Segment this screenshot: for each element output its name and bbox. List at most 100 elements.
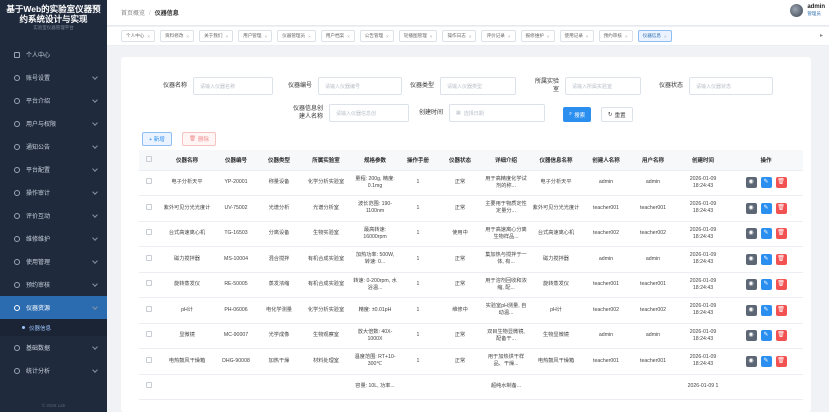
delete-button[interactable]: 🗑 删除 xyxy=(182,132,216,146)
row-actions: ◉ ✎ 🗑 xyxy=(729,246,803,273)
close-icon[interactable]: × xyxy=(308,34,311,39)
type-input[interactable]: 请输入仪器类型 xyxy=(440,77,517,95)
sidebar-item-4[interactable]: 通知公告 xyxy=(0,135,107,158)
row-checkbox[interactable] xyxy=(139,195,159,222)
view-icon[interactable]: ◉ xyxy=(745,228,757,240)
view-icon[interactable]: ◉ xyxy=(745,202,757,214)
select-all-checkbox[interactable] xyxy=(139,150,159,171)
close-icon[interactable]: × xyxy=(469,34,472,39)
sidebar-item-12[interactable]: 基础数据 xyxy=(0,336,107,359)
table-cell: teacher001 xyxy=(583,348,629,375)
tab-menu-icon[interactable]: ▸ xyxy=(820,32,823,39)
edit-icon[interactable]: ✎ xyxy=(760,228,772,240)
row-checkbox[interactable] xyxy=(139,374,159,400)
column-header: 所属实验室 xyxy=(301,150,351,171)
tab-6[interactable]: 公告管理 × xyxy=(359,30,394,42)
sidebar-subitem-instrument-info[interactable]: 仪器信息 xyxy=(0,319,107,336)
edit-icon[interactable]: ✎ xyxy=(760,279,772,291)
tab-2[interactable]: 关于我们 × xyxy=(199,30,234,42)
edit-icon[interactable]: ✎ xyxy=(760,330,772,342)
search-button[interactable]: ⌕ 搜索 xyxy=(563,107,592,122)
trash-icon[interactable]: 🗑 xyxy=(775,279,787,291)
tab-8[interactable]: 操作日志 × xyxy=(442,30,477,42)
trash-icon[interactable]: 🗑 xyxy=(775,355,787,367)
view-icon[interactable]: ◉ xyxy=(745,304,757,316)
table-cell: teacher002 xyxy=(629,221,677,247)
tab-11[interactable]: 使用记录 × xyxy=(559,30,594,42)
tab-12[interactable]: 预约审核 × xyxy=(598,30,633,42)
trash-icon[interactable]: 🗑 xyxy=(775,253,787,265)
view-icon[interactable]: ◉ xyxy=(745,177,757,189)
close-icon[interactable]: × xyxy=(625,34,628,39)
sidebar-item-0[interactable]: 个人中心 xyxy=(0,43,107,66)
close-icon[interactable]: × xyxy=(664,34,667,39)
edit-icon[interactable]: ✎ xyxy=(760,355,772,367)
table-cell: 显微镜 xyxy=(159,323,215,349)
table-cell: 电子分析天平 xyxy=(159,170,215,196)
close-icon[interactable]: × xyxy=(586,34,589,39)
code-input[interactable]: 请输入仪器编号 xyxy=(318,77,403,95)
row-checkbox[interactable] xyxy=(139,272,159,298)
trash-icon[interactable]: 🗑 xyxy=(775,304,787,316)
trash-icon[interactable]: 🗑 xyxy=(775,202,787,214)
close-icon[interactable]: × xyxy=(347,34,350,39)
close-icon[interactable]: × xyxy=(186,34,189,39)
row-checkbox[interactable] xyxy=(139,323,159,349)
breadcrumb-home[interactable]: 首页概览 xyxy=(121,11,145,17)
sidebar-item-5[interactable]: 平台配置 xyxy=(0,158,107,181)
tab-9[interactable]: 评价记录 × xyxy=(481,30,516,42)
trash-icon[interactable]: 🗑 xyxy=(775,228,787,240)
sidebar-item-1[interactable]: 账号设置 xyxy=(0,66,107,89)
close-icon[interactable]: × xyxy=(264,34,267,39)
tab-10[interactable]: 报修维护 × xyxy=(520,30,555,42)
user-menu[interactable]: admin 管理员 xyxy=(790,4,825,17)
tab-7[interactable]: 轮播图管理 × xyxy=(398,30,438,42)
row-checkbox[interactable] xyxy=(139,170,159,196)
tab-5[interactable]: 用户档案 × xyxy=(320,30,355,42)
edit-icon[interactable]: ✎ xyxy=(760,202,772,214)
sidebar-item-6[interactable]: 操作审计 xyxy=(0,181,107,204)
creator-input[interactable]: 请输入仪器信息创 xyxy=(329,104,409,122)
sidebar-item-11[interactable]: 仪器资源 xyxy=(0,296,107,319)
tab-0[interactable]: 个人中心 × xyxy=(121,30,156,42)
close-icon[interactable]: × xyxy=(430,34,433,39)
edit-icon[interactable]: ✎ xyxy=(760,304,772,316)
trash-icon[interactable]: 🗑 xyxy=(775,330,787,342)
close-icon[interactable]: × xyxy=(547,34,550,39)
sidebar-item-9[interactable]: 使用管理 xyxy=(0,250,107,273)
tab-13[interactable]: 仪器信息 × xyxy=(637,30,672,42)
view-icon[interactable]: ◉ xyxy=(745,330,757,342)
edit-icon[interactable]: ✎ xyxy=(760,177,772,189)
view-icon[interactable]: ◉ xyxy=(745,279,757,291)
table-cell: 精度: ±0.01pH xyxy=(351,297,399,324)
status-input[interactable]: 请输入仪器状态 xyxy=(689,77,774,95)
avatar[interactable] xyxy=(790,4,804,17)
sidebar-item-3[interactable]: 用户与权限 xyxy=(0,112,107,135)
instrument-table: 仪器名称 仪器编号 仪器类型 所属实验室 规格参数 操作手册 仪器状态 详细介绍 仪器信息名称创… xyxy=(139,150,803,400)
sidebar-item-2[interactable]: 平台介绍 xyxy=(0,89,107,112)
row-checkbox[interactable] xyxy=(139,246,159,273)
reset-button[interactable]: ↻ 重置 xyxy=(601,107,633,122)
view-icon[interactable]: ◉ xyxy=(745,355,757,367)
date-picker[interactable]: ▦ 选择日期 xyxy=(449,104,546,122)
close-icon[interactable]: × xyxy=(508,34,511,39)
tab-3[interactable]: 用户管理 × xyxy=(238,30,273,42)
sidebar-item-7[interactable]: 评价互动 xyxy=(0,204,107,227)
close-icon[interactable]: × xyxy=(225,34,228,39)
view-icon[interactable]: ◉ xyxy=(745,253,757,265)
close-icon[interactable]: × xyxy=(147,34,150,39)
sidebar-item-8[interactable]: 维修维护 xyxy=(0,227,107,250)
sidebar-item-10[interactable]: 预约审核 xyxy=(0,273,107,296)
trash-icon[interactable]: 🗑 xyxy=(775,177,787,189)
tab-4[interactable]: 仪器管理员 × xyxy=(277,30,316,42)
name-input[interactable]: 请输入仪器名称 xyxy=(193,77,274,95)
row-checkbox[interactable] xyxy=(139,348,159,375)
close-icon[interactable]: × xyxy=(386,34,389,39)
row-checkbox[interactable] xyxy=(139,297,159,324)
tab-1[interactable]: 资料修改 × xyxy=(160,30,195,42)
lab-input[interactable]: 请输入所属实验室 xyxy=(565,77,641,95)
add-button[interactable]: + 新增 xyxy=(142,132,172,146)
edit-icon[interactable]: ✎ xyxy=(760,253,772,265)
sidebar-item-13[interactable]: 统计分析 xyxy=(0,359,107,382)
row-checkbox[interactable] xyxy=(139,221,159,247)
